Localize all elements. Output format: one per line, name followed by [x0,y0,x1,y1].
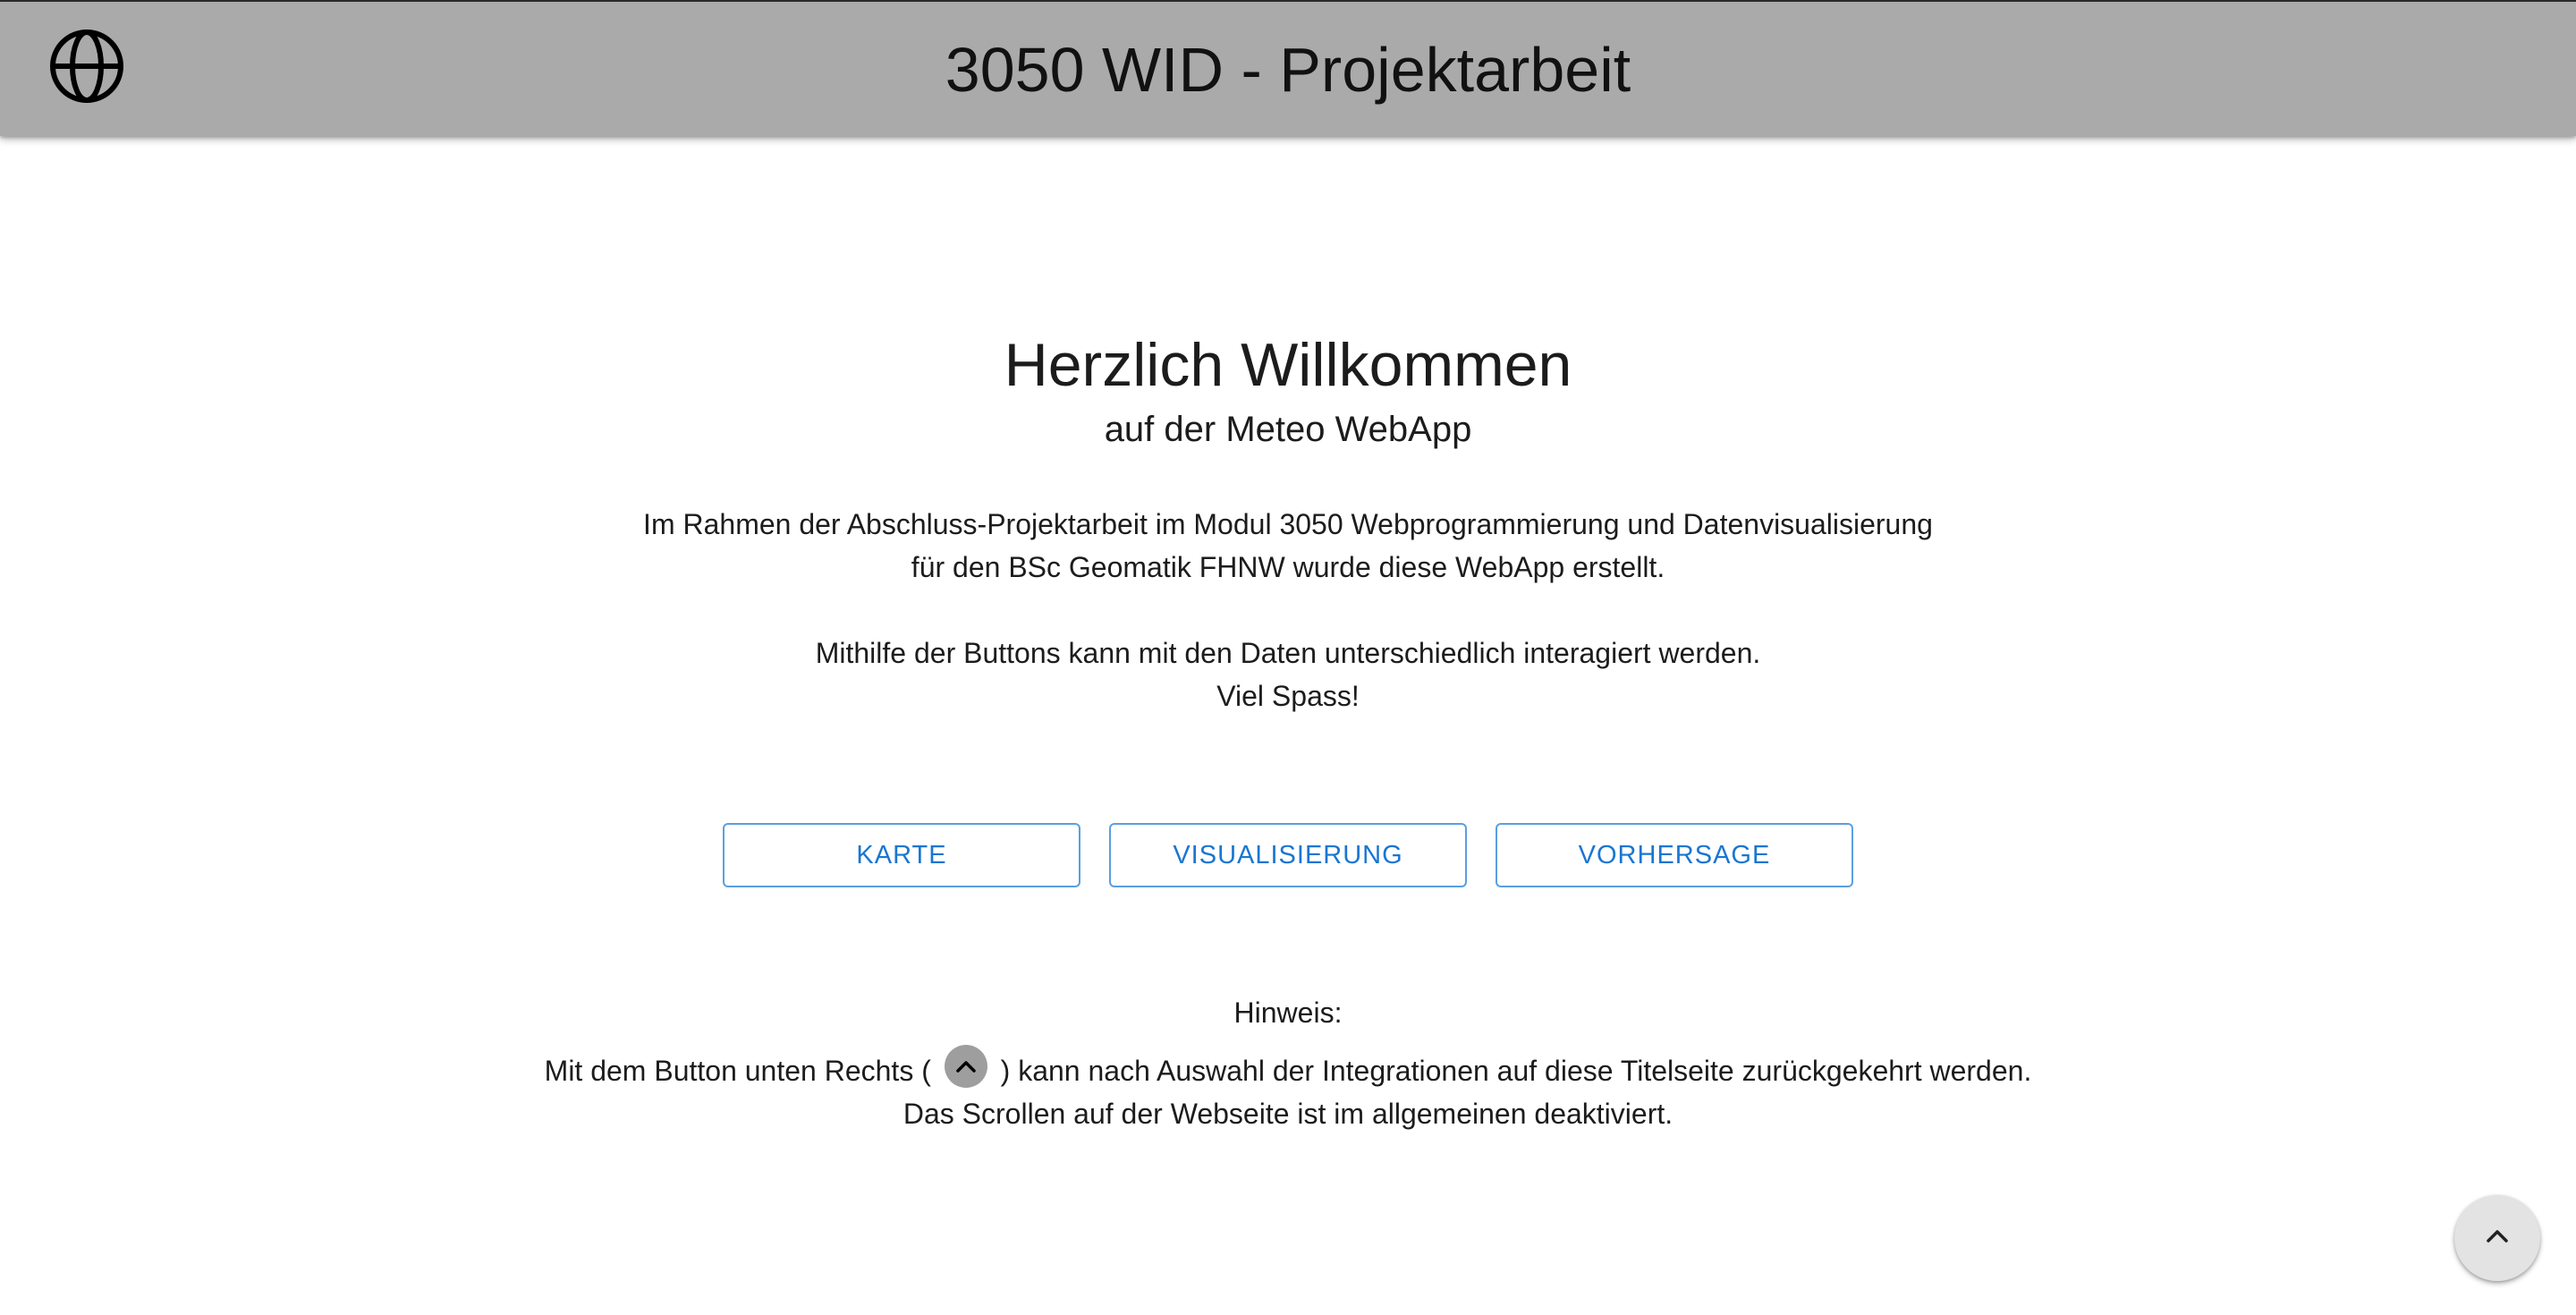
intro-line: für den BSc Geomatik FHNW wurde diese We… [911,551,1665,583]
chevron-up-icon [944,1045,987,1088]
welcome-headline: Herzlich Willkommen [1004,331,1572,399]
hint-text-after: ) kann nach Auswahl der Integrationen au… [1000,1055,2032,1087]
hint-line: Das Scrollen auf der Webseite ist im all… [902,1098,1674,1130]
navigation-buttons: KARTE VISUALISIERUNG VORHERSAGE [0,823,2576,887]
hint-line: Mit dem Button unten Rechts ( ) kann nac… [0,1045,2576,1092]
vorhersage-button[interactable]: VORHERSAGE [1496,823,1853,887]
intro-line: Im Rahmen der Abschluss-Projektarbeit im… [643,508,1933,540]
chevron-up-icon [2485,1228,2510,1249]
back-to-top-button[interactable] [2454,1195,2540,1281]
welcome-subline: auf der Meteo WebApp [1104,410,1472,449]
karte-button[interactable]: KARTE [723,823,1080,887]
instructions-line: Viel Spass! [1216,680,1360,712]
hint-text: Mit dem Button unten Rechts ( ) kann nac… [0,1045,2576,1135]
instructions-paragraph: Mithilfe der Buttons kann mit den Daten … [0,632,2576,717]
instructions-line: Mithilfe der Buttons kann mit den Daten … [815,637,1761,669]
app-title: 3050 WID - Projektarbeit [945,35,1631,105]
visualisierung-button[interactable]: VISUALISIERUNG [1109,823,1467,887]
welcome-page: Herzlich Willkommen auf der Meteo WebApp… [0,136,2576,1315]
hint-text-before: Mit dem Button unten Rechts ( [544,1055,931,1087]
hint-title: Hinweis: [1233,997,1343,1029]
app-bar: 3050 WID - Projektarbeit [0,0,2576,136]
intro-paragraph: Im Rahmen der Abschluss-Projektarbeit im… [0,503,2576,589]
